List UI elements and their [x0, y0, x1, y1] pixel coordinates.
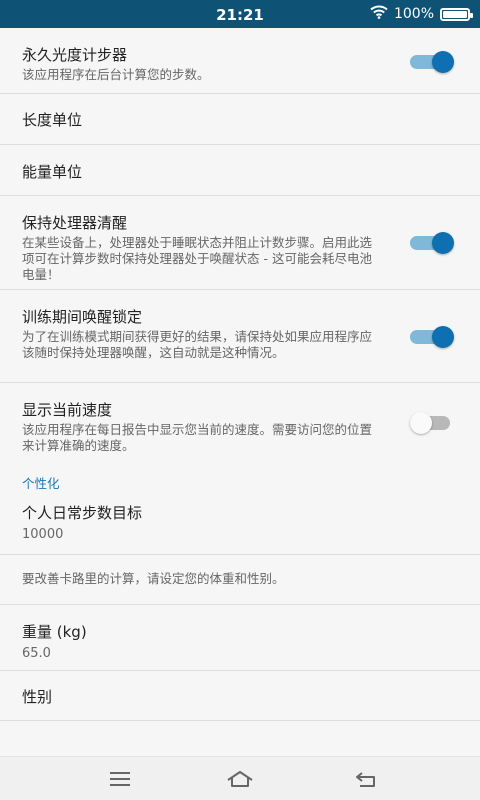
setting-title: 个人日常步数目标 [22, 504, 143, 522]
setting-title: 重量 (kg) [22, 623, 87, 641]
setting-title: 训练期间唤醒锁定 [22, 308, 143, 326]
setting-summary: 该应用程序在后台计算您的步数。 [22, 67, 210, 82]
hint-text: 要改善卡路里的计算，请设定您的体重和性别。 [22, 571, 285, 586]
setting-title: 保持处理器清醒 [22, 214, 128, 232]
setting-summary: 该应用程序在每日报告中显示您当前的速度。需要访问您的位置来计算准确的速度。 [22, 422, 373, 453]
battery-percent: 100% [393, 6, 434, 22]
setting-title: 永久光度计步器 [22, 46, 128, 64]
settings-list: 永久光度计步器 该应用程序在后台计算您的步数。 长度单位 能量单位 保持处理器清… [0, 28, 480, 721]
keep-cpu-awake-toggle[interactable] [410, 230, 454, 254]
setting-title: 长度单位 [22, 111, 83, 129]
setting-summary: 在某些设备上，处理器处于睡眠状态并阻止计数步骤。启用此选项可在计算步数时保持处理… [22, 235, 373, 282]
setting-title: 性别 [22, 688, 53, 706]
setting-summary: 为了在训练模式期间获得更好的结果，请保持处如果应用程序应该随时保持处理器唤醒，这… [22, 329, 373, 360]
status-bar: 21:21 100% [0, 0, 480, 28]
setting-value: 65.0 [22, 646, 51, 661]
setting-title: 能量单位 [22, 163, 83, 181]
setting-wake-lock-training[interactable]: 训练期间唤醒锁定 为了在训练模式期间获得更好的结果，请保持处如果应用程序应该随时… [0, 290, 480, 383]
battery-icon [440, 7, 473, 21]
menu-icon[interactable] [106, 767, 134, 791]
setting-weight[interactable]: 重量 (kg) 65.0 [0, 605, 480, 671]
wake-lock-training-toggle[interactable] [410, 324, 454, 348]
setting-value: 10000 [22, 527, 64, 542]
personalization-hint: 要改善卡路里的计算，请设定您的体重和性别。 [0, 555, 480, 605]
wifi-icon [370, 5, 388, 23]
setting-title: 显示当前速度 [22, 401, 113, 419]
section-header-personalization: 个性化 [22, 476, 60, 491]
status-right: 100% [370, 5, 473, 23]
setting-persistent-pedometer[interactable]: 永久光度计步器 该应用程序在后台计算您的步数。 [0, 28, 480, 94]
setting-length-unit[interactable]: 长度单位 [0, 94, 480, 145]
setting-gender[interactable]: 性别 [0, 671, 480, 721]
setting-show-speed[interactable]: 显示当前速度 该应用程序在每日报告中显示您当前的速度。需要访问您的位置来计算准确… [0, 383, 480, 469]
back-icon[interactable] [352, 767, 380, 791]
setting-daily-goal[interactable]: 个人日常步数目标 10000 [0, 498, 480, 555]
navigation-bar [0, 756, 480, 800]
show-speed-toggle[interactable] [410, 410, 454, 434]
home-icon[interactable] [226, 767, 254, 791]
persistent-pedometer-toggle[interactable] [410, 49, 454, 73]
setting-energy-unit[interactable]: 能量单位 [0, 145, 480, 196]
setting-keep-cpu-awake[interactable]: 保持处理器清醒 在某些设备上，处理器处于睡眠状态并阻止计数步骤。启用此选项可在计… [0, 196, 480, 290]
